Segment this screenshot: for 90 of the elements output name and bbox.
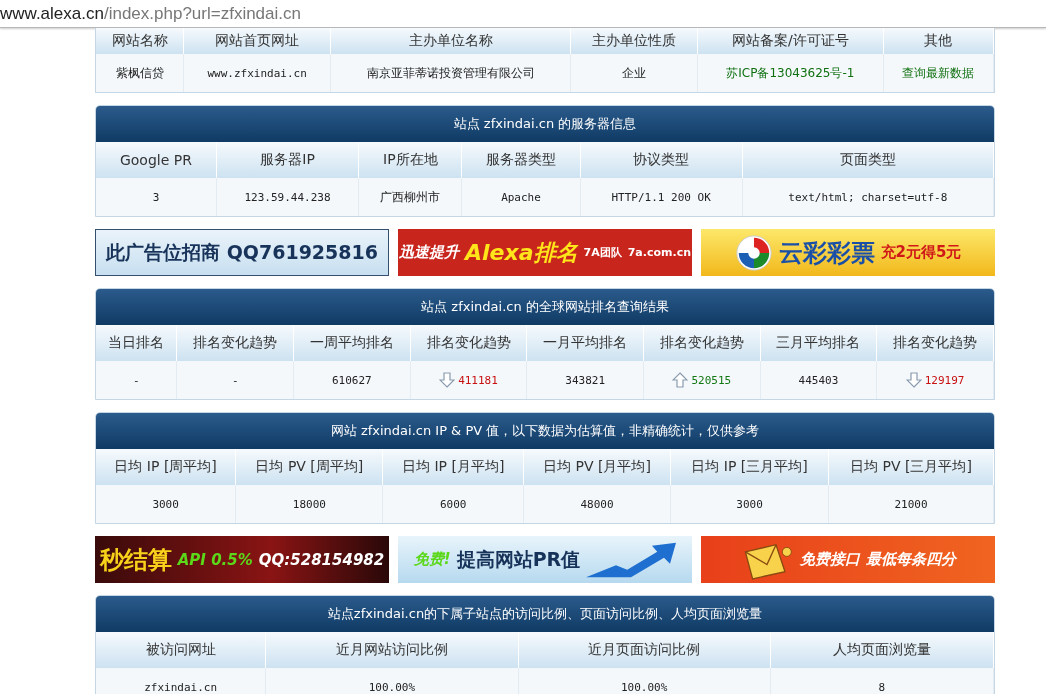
- panel-title: 网站 zfxindai.cn IP & PV 值，以下数据为估算值，非精确统计，仅供参考: [96, 413, 994, 449]
- column-header: 三月平均排名: [776, 334, 861, 350]
- table-cell: 610627: [332, 373, 372, 387]
- down-arrow-icon: [439, 372, 456, 388]
- table-cell: 100.00%: [368, 680, 415, 694]
- ad-text: 充2元得5元: [880, 243, 962, 262]
- column-header: 排名变化趋势: [426, 334, 511, 350]
- ad-text: 7A团队: [583, 245, 622, 260]
- table-cell: 6000: [439, 497, 467, 511]
- ad-text: 最低每条四分: [866, 550, 956, 569]
- trend-value: 411181: [439, 372, 498, 388]
- column-header: 网站备案/许可证号: [732, 32, 849, 48]
- table-cell: 3: [152, 190, 160, 204]
- column-header: 其他: [924, 32, 953, 48]
- ad-banner[interactable]: 迅速提升 Alexa排名 7A团队 7a.com.cn: [398, 229, 692, 276]
- column-header: 一周平均排名: [309, 334, 394, 350]
- column-header: 人均页面浏览量: [832, 641, 931, 657]
- column-header: 日均 PV [三月平均]: [850, 458, 972, 474]
- table-cell: 紫枫信贷: [115, 64, 164, 82]
- column-header: 日均 PV [周平均]: [255, 458, 364, 474]
- table-cell: 100.00%: [621, 680, 668, 694]
- ad-banner[interactable]: 秒结算 API 0.5% QQ:528154982: [95, 536, 389, 583]
- table-cell: 18000: [292, 497, 326, 511]
- ad-banner[interactable]: 云彩彩票 充2元得5元: [701, 229, 995, 276]
- table-cell: 南京亚菲蒂诺投资管理有限公司: [366, 64, 535, 82]
- column-header: 日均 IP [三月平均]: [691, 458, 808, 474]
- ad-text: 免费接口: [800, 550, 860, 569]
- swirl-logo-icon: [734, 233, 773, 272]
- table-cell: 8: [878, 680, 886, 694]
- column-header: 排名变化趋势: [893, 334, 978, 350]
- column-header: Google PR: [119, 152, 192, 168]
- url-host: www.alexa.cn: [0, 4, 104, 23]
- ad-text: 迅速提升: [399, 243, 459, 262]
- ad-text: 提高网站PR值: [456, 546, 581, 572]
- column-header: 协议类型: [633, 151, 690, 167]
- table-cell: 48000: [580, 497, 614, 511]
- column-header: 主办单位名称: [408, 32, 493, 48]
- column-header: 日均 PV [月平均]: [543, 458, 651, 474]
- trend-value: 520515: [672, 372, 732, 388]
- table-cell: 445403: [798, 373, 839, 387]
- ad-banner[interactable]: 免费接口 最低每条四分: [701, 536, 995, 583]
- column-header: 一月平均排名: [543, 334, 628, 350]
- panel-title: 站点 zfxindai.cn 的全球网站排名查询结果: [96, 289, 994, 325]
- table-cell: www.zfxindai.cn: [207, 66, 307, 80]
- column-header: 排名变化趋势: [659, 334, 744, 350]
- column-header: 当日排名: [108, 334, 165, 350]
- column-header: 服务器类型: [486, 151, 556, 167]
- table-cell: 123.59.44.238: [244, 190, 331, 204]
- column-header: 近月网站访问比例: [335, 641, 448, 657]
- ad-text: QQ:528154982: [258, 550, 385, 569]
- table-cell: 3000: [736, 497, 763, 511]
- up-arrow-icon: [672, 372, 689, 388]
- ad-banner[interactable]: 免费! 提高网站PR值: [398, 536, 692, 583]
- ad-text: API 0.5%: [177, 550, 253, 569]
- table-cell: zfxindai.cn: [144, 680, 217, 694]
- column-header: 被访问网址: [145, 641, 216, 657]
- ad-banner[interactable]: 此广告位招商 QQ761925816: [95, 229, 389, 276]
- url-path: /index.php?url=zfxindai.cn: [103, 4, 301, 23]
- column-header: 服务器IP: [260, 151, 315, 167]
- ad-text: Alexa排名: [465, 238, 578, 267]
- panel-title: 站点 zfxindai.cn 的服务器信息: [96, 106, 994, 142]
- ad-text: 7a.com.cn: [627, 246, 691, 259]
- ad-text: 云彩彩票: [778, 237, 875, 269]
- panel-title: 站点zfxindai.cn的下属子站点的访问比例、页面访问比例、人均页面浏览量: [96, 596, 994, 632]
- ad-text: 免费!: [413, 550, 451, 569]
- table-cell: 企业: [622, 64, 647, 82]
- ad-text: 秒结算: [99, 544, 172, 576]
- column-header: 主办单位性质: [592, 32, 677, 48]
- table-cell: 343821: [565, 373, 605, 387]
- table-cell: 广西柳州市: [380, 188, 441, 206]
- table-cell: 苏ICP备13043625号-1: [726, 64, 855, 82]
- column-header: 网站名称: [111, 32, 168, 48]
- column-header: 近月页面访问比例: [588, 641, 701, 657]
- column-header: 日均 IP [月平均]: [401, 458, 505, 474]
- table-cell: 3000: [152, 497, 179, 511]
- table-cell: -: [231, 373, 239, 387]
- table-cell: 21000: [894, 497, 928, 511]
- table-cell: HTTP/1.1 200 OK: [611, 190, 711, 204]
- ad-text: 此广告位招商 QQ761925816: [106, 239, 378, 265]
- table-cell: Apache: [501, 190, 541, 204]
- column-header: 排名变化趋势: [193, 334, 278, 350]
- latest-data-link[interactable]: 查询最新数据: [902, 64, 975, 82]
- column-header: 网站首页网址: [215, 32, 300, 48]
- table-cell: text/html; charset=utf-8: [788, 190, 948, 204]
- down-arrow-icon: [905, 372, 922, 388]
- column-header: IP所在地: [383, 151, 438, 167]
- column-header: 日均 IP [周平均]: [114, 458, 217, 474]
- column-header: 页面类型: [839, 151, 896, 167]
- table-cell: -: [132, 373, 140, 387]
- trend-value: 129197: [905, 372, 965, 388]
